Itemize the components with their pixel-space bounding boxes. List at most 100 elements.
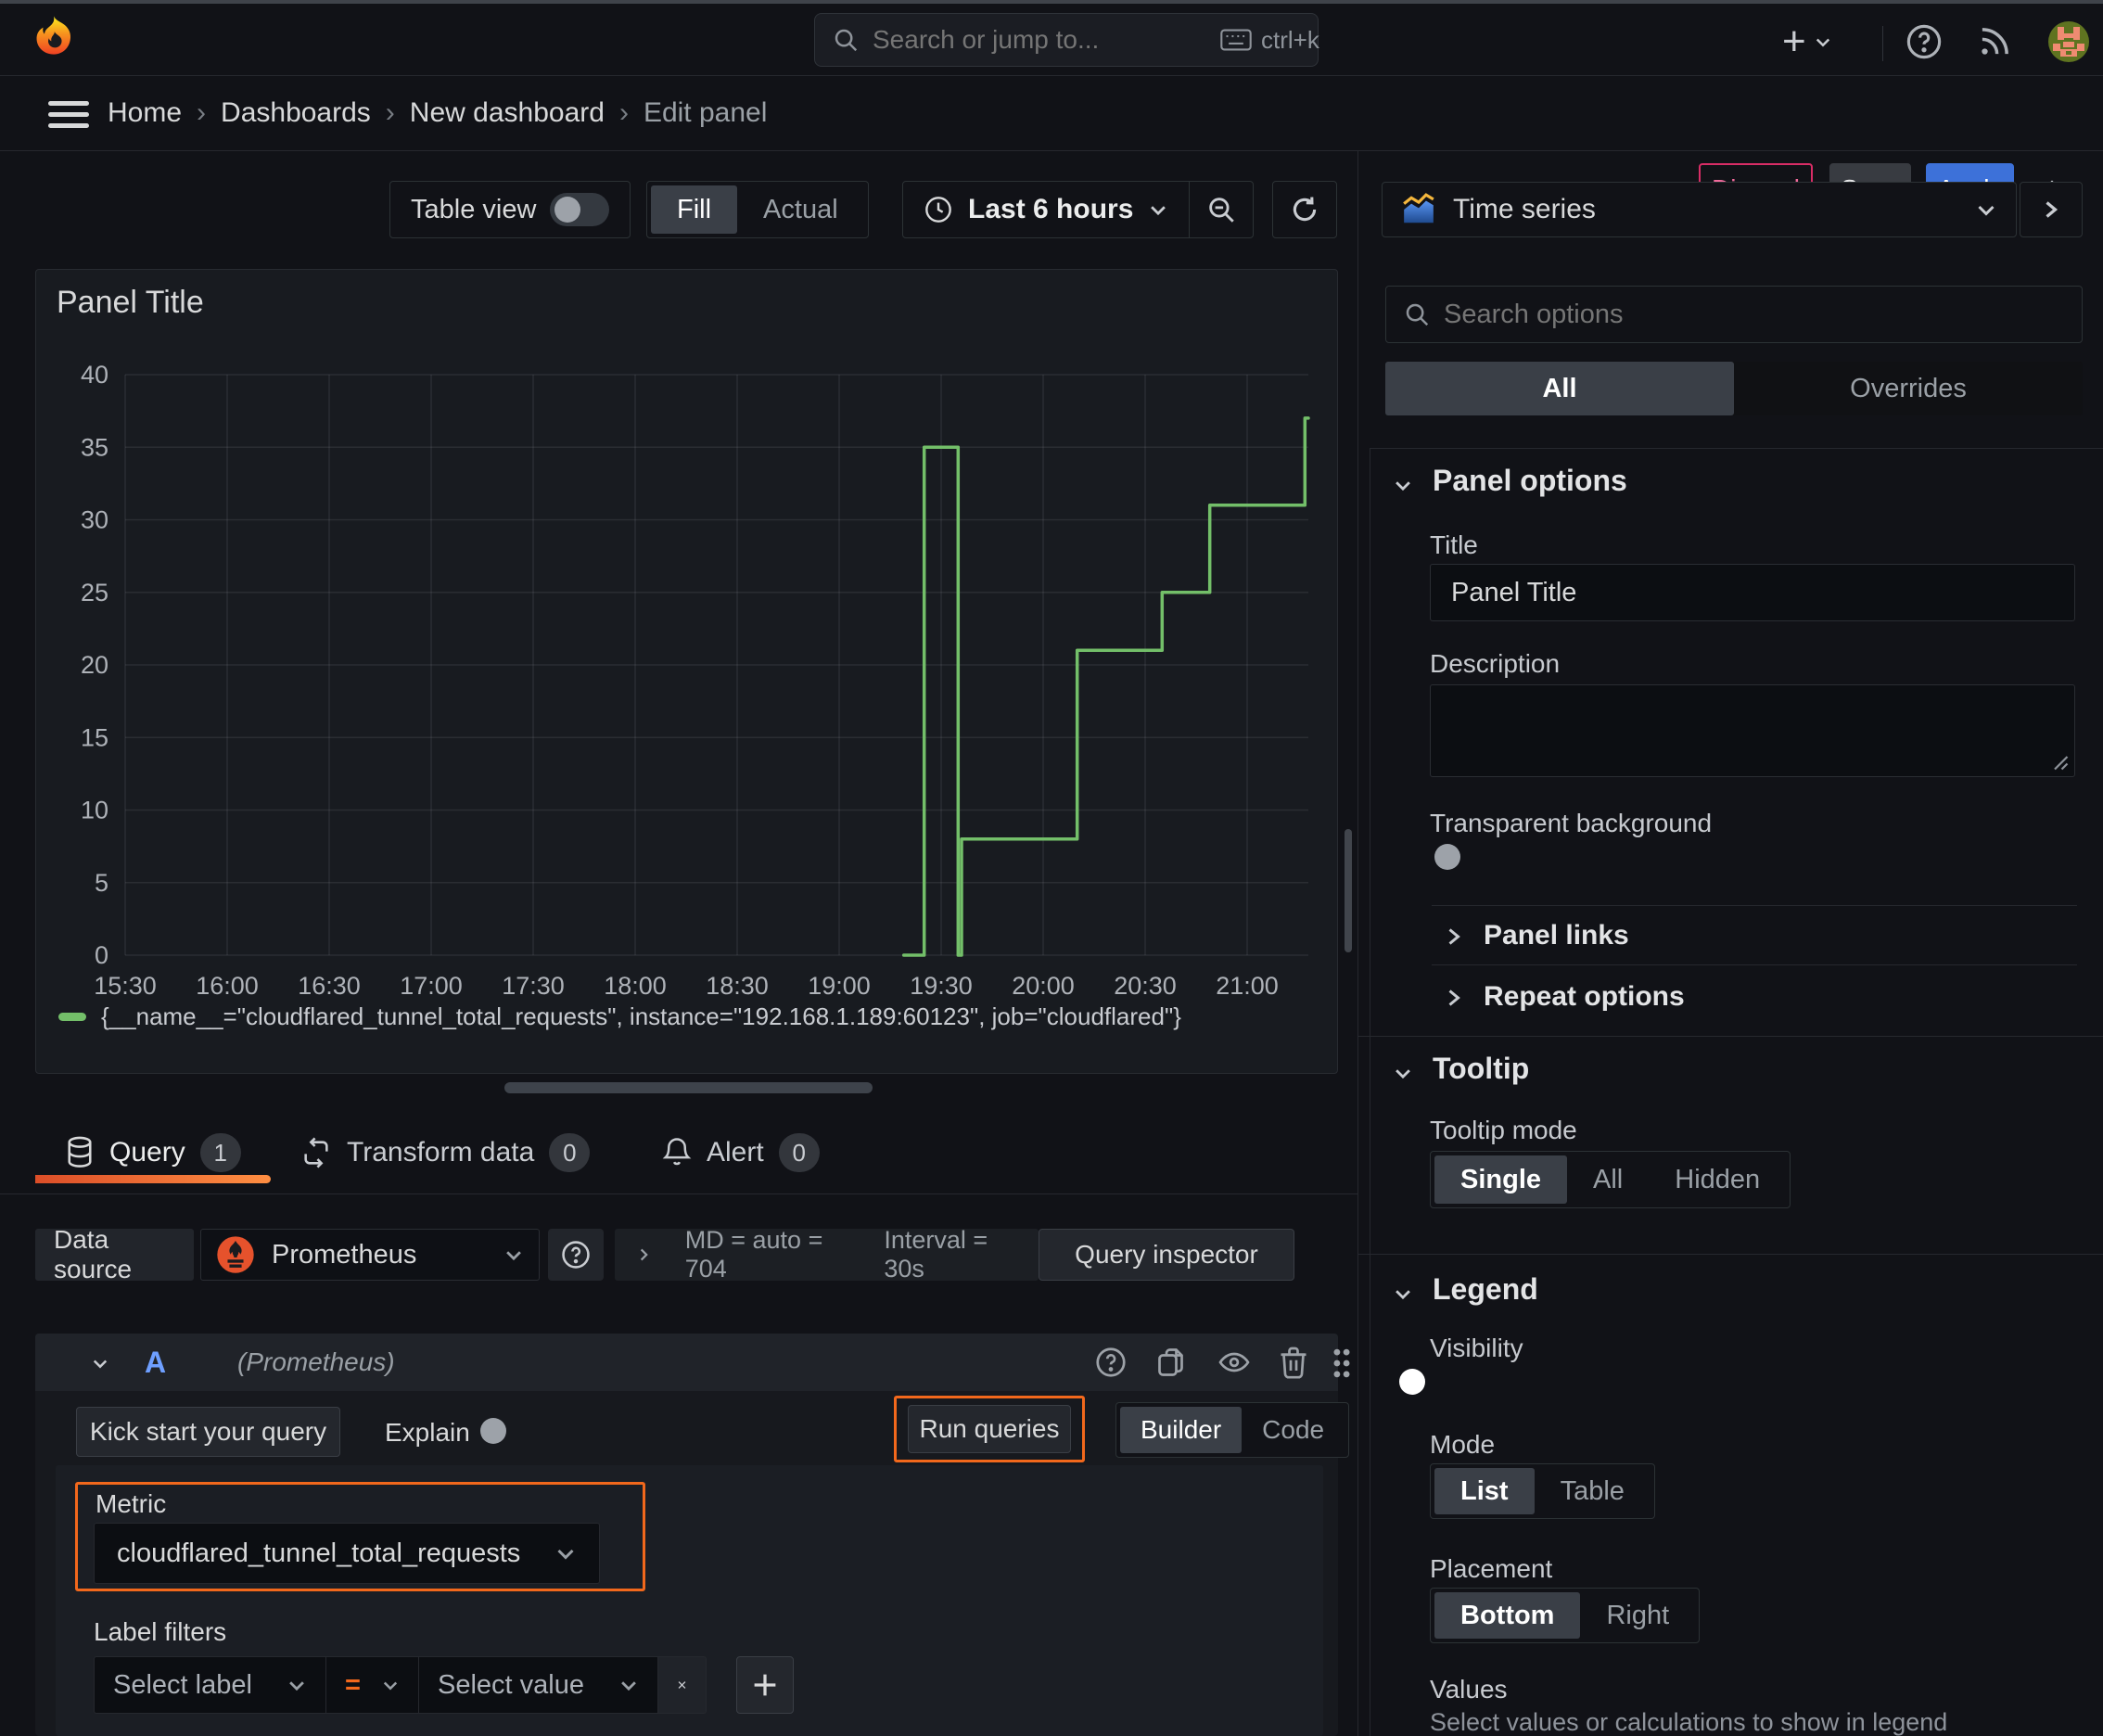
svg-text:25: 25 — [81, 579, 108, 606]
global-search-input[interactable] — [873, 25, 1207, 55]
tab-query[interactable]: Query 1 — [65, 1133, 241, 1172]
refresh-button[interactable] — [1272, 181, 1337, 238]
tooltip-mode-single[interactable]: Single — [1434, 1155, 1568, 1204]
chart-panel[interactable]: Panel Title 0 5 10 15 20 25 30 35 40 15:30 16:00 16… — [35, 269, 1338, 1074]
scrollbar-thumb[interactable] — [1345, 829, 1352, 952]
panel-links-section[interactable]: Panel links — [1484, 920, 1629, 951]
hide-response-button[interactable] — [1217, 1346, 1252, 1379]
collapse-options-pane-button[interactable] — [2020, 182, 2083, 237]
explain-label: Explain — [385, 1418, 470, 1447]
time-range-picker[interactable]: Last 6 hours — [903, 182, 1189, 237]
chevron-down-icon — [1151, 206, 1166, 216]
breadcrumb-home[interactable]: Home — [108, 97, 182, 129]
legend-placement-right[interactable]: Right — [1580, 1592, 1695, 1639]
operator-dropdown[interactable]: = — [326, 1656, 419, 1714]
run-queries-button[interactable]: Run queries — [908, 1405, 1071, 1453]
legend-header[interactable]: Legend — [1433, 1272, 1538, 1307]
legend-mode-table[interactable]: Table — [1535, 1468, 1651, 1514]
breadcrumb-dashboards[interactable]: Dashboards — [221, 97, 371, 129]
visualization-picker[interactable]: Time series — [1382, 182, 2017, 237]
add-new-button[interactable]: + — [1782, 20, 1832, 63]
select-label-dropdown[interactable]: Select label — [94, 1656, 326, 1714]
panel-title-input[interactable] — [1430, 564, 2075, 621]
datasource-picker[interactable]: Prometheus — [200, 1229, 540, 1281]
legend-values-help: Select values or calculations to show in… — [1430, 1708, 1948, 1736]
svg-text:40: 40 — [81, 361, 108, 389]
query-editor-card: A (Prometheus) Kick start your query Exp… — [35, 1334, 1350, 1736]
section-divider — [1358, 1036, 2103, 1037]
actual-option[interactable]: Actual — [737, 185, 864, 234]
delete-query-button[interactable] — [1278, 1346, 1309, 1379]
svg-text:35: 35 — [81, 433, 108, 461]
help-icon[interactable] — [1905, 22, 1944, 61]
datasource-help-button[interactable] — [548, 1229, 604, 1281]
svg-text:21:00: 21:00 — [1216, 972, 1279, 1000]
search-icon — [832, 26, 860, 54]
chevron-down-icon — [1816, 38, 1829, 47]
chevron-down-icon[interactable] — [89, 1354, 111, 1372]
legend-mode-label: Mode — [1430, 1430, 1496, 1459]
chevron-right-icon[interactable] — [1443, 925, 1465, 948]
active-tab-underline — [35, 1175, 271, 1183]
table-view-label: Table view — [411, 194, 537, 224]
svg-text:5: 5 — [95, 869, 108, 897]
chevron-down-icon[interactable] — [1391, 1283, 1415, 1304]
drag-handle-icon[interactable] — [1332, 1347, 1352, 1379]
news-rss-icon[interactable] — [1975, 22, 2014, 61]
select-value-dropdown[interactable]: Select value — [419, 1656, 658, 1714]
query-help-button[interactable] — [1094, 1346, 1128, 1379]
panel-options-header[interactable]: Panel options — [1433, 464, 1627, 498]
remove-filter-button[interactable] — [658, 1656, 707, 1714]
breadcrumb-separator: › — [385, 97, 395, 128]
repeat-options-section[interactable]: Repeat options — [1484, 981, 1685, 1013]
add-filter-button[interactable] — [736, 1656, 794, 1714]
global-search[interactable]: ctrl+k — [814, 13, 1319, 67]
code-option[interactable]: Code — [1242, 1407, 1345, 1453]
tab-all[interactable]: All — [1385, 362, 1734, 415]
chevron-right-icon — [640, 1248, 648, 1261]
legend-mode-list[interactable]: List — [1434, 1468, 1535, 1514]
description-textarea[interactable] — [1430, 684, 2075, 777]
search-options-field[interactable] — [1385, 286, 2083, 343]
table-view-toggle[interactable] — [550, 193, 609, 226]
plus-icon — [754, 1674, 776, 1696]
tooltip-mode-all[interactable]: All — [1567, 1155, 1649, 1204]
breadcrumb-new-dashboard[interactable]: New dashboard — [410, 97, 605, 129]
search-options-input[interactable] — [1444, 299, 2065, 330]
tab-overrides[interactable]: Overrides — [1734, 362, 2083, 415]
user-avatar[interactable] — [2048, 21, 2089, 62]
grafana-edit-panel: ctrl+k + — [0, 0, 2103, 1736]
chevron-right-icon[interactable] — [1443, 987, 1465, 1009]
query-inspector-button[interactable]: Query inspector — [1039, 1229, 1294, 1281]
chevron-down-icon[interactable] — [1391, 1063, 1415, 1083]
prometheus-icon — [217, 1236, 254, 1273]
query-row-header[interactable]: A (Prometheus) — [35, 1334, 1350, 1391]
query-options-row[interactable]: MD = auto = 704 Interval = 30s — [615, 1226, 1039, 1283]
query-ref-id[interactable]: A — [145, 1346, 166, 1380]
breadcrumb-separator: › — [618, 97, 629, 128]
chevron-down-icon — [621, 1681, 636, 1691]
zoom-out-button[interactable] — [1190, 182, 1253, 237]
metric-select[interactable]: cloudflared_tunnel_total_requests — [94, 1523, 600, 1584]
tab-alert[interactable]: Alert 0 — [662, 1133, 820, 1172]
tab-transform-data[interactable]: Transform data 0 — [300, 1133, 591, 1172]
legend-placement-bottom[interactable]: Bottom — [1434, 1592, 1581, 1639]
chevron-down-icon[interactable] — [1391, 475, 1415, 495]
duplicate-query-button[interactable] — [1155, 1346, 1189, 1379]
description-label: Description — [1430, 649, 1561, 678]
tab-transform-label: Transform data — [347, 1137, 535, 1168]
tooltip-mode-hidden[interactable]: Hidden — [1649, 1155, 1786, 1204]
pane-resize-handle[interactable] — [504, 1082, 873, 1093]
kickstart-query-button[interactable]: Kick start your query — [76, 1407, 340, 1457]
legend-item[interactable]: {__name__="cloudflared_tunnel_total_requ… — [58, 1002, 1181, 1031]
builder-option[interactable]: Builder — [1120, 1407, 1243, 1453]
fill-option[interactable]: Fill — [651, 185, 738, 234]
visualization-name: Time series — [1453, 194, 1596, 224]
svg-text:19:00: 19:00 — [808, 972, 871, 1000]
legend-series-label[interactable]: {__name__="cloudflared_tunnel_total_requ… — [101, 1002, 1181, 1031]
time-series-chart[interactable]: 0 5 10 15 20 25 30 35 40 15:30 16:00 16:30 17:00 17:3… — [36, 270, 1337, 1073]
svg-text:16:30: 16:30 — [298, 972, 361, 1000]
tooltip-header[interactable]: Tooltip — [1433, 1052, 1529, 1086]
menu-hamburger-icon[interactable] — [48, 101, 89, 129]
grafana-logo-icon[interactable] — [28, 13, 80, 65]
